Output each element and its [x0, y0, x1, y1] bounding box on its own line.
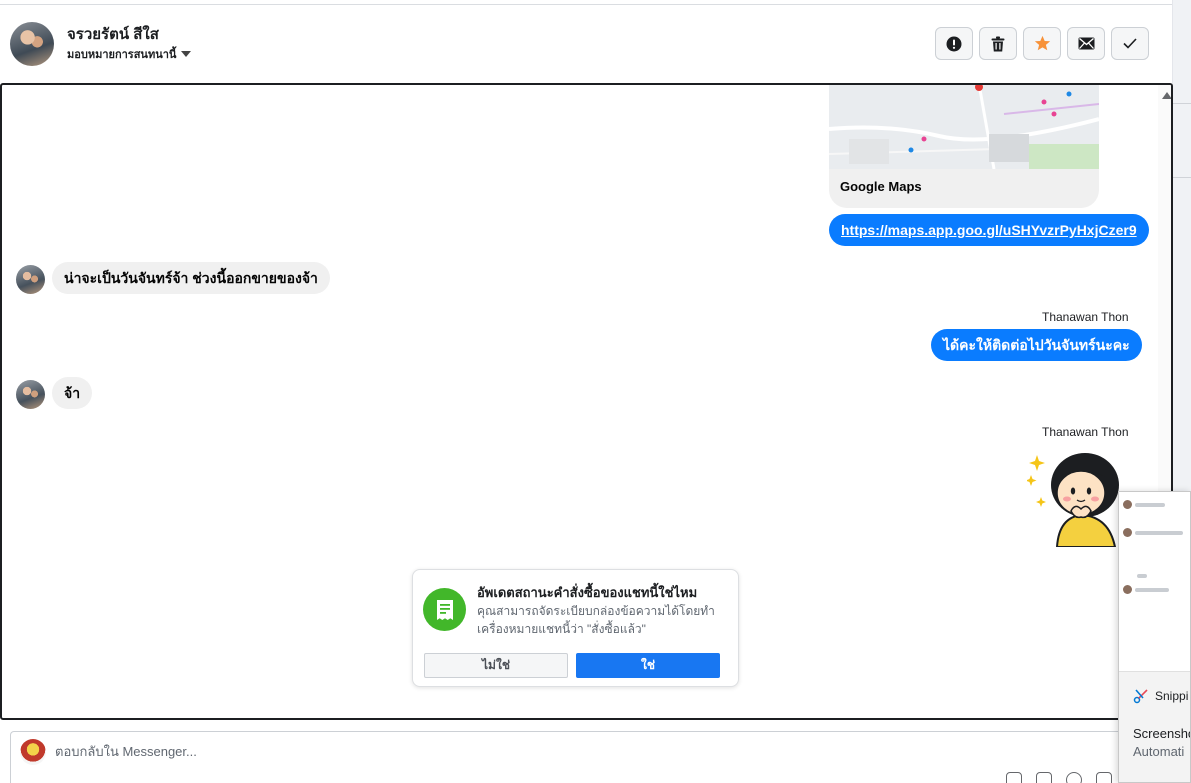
- assign-label: มอบหมายการสนทนานี้: [67, 49, 177, 61]
- thumb-row: [1123, 528, 1183, 537]
- envelope-icon: [1078, 37, 1094, 50]
- caret-down-icon: [181, 51, 192, 57]
- snip-app-name: Snippi: [1155, 689, 1189, 703]
- receipt-icon: [423, 588, 466, 631]
- reply-composer: [10, 731, 1122, 783]
- page-avatar: [20, 739, 46, 765]
- mark-unread-button[interactable]: [1067, 27, 1105, 60]
- sender-name: Thanawan Thon: [1042, 425, 1129, 439]
- assign-conversation-dropdown[interactable]: มอบหมายการสนทนานี้: [67, 45, 192, 63]
- prompt-no-button[interactable]: ไม่ใช่: [424, 653, 568, 678]
- snipping-tool-notification[interactable]: Snippi Screensho Automati: [1118, 491, 1191, 783]
- prompt-yes-button[interactable]: ใช่: [576, 653, 720, 678]
- alert-icon: [946, 36, 962, 51]
- mark-spam-button[interactable]: [935, 27, 973, 60]
- rail-divider: [1173, 177, 1191, 178]
- screenshot-thumbnail: [1119, 492, 1190, 672]
- star-icon: [1034, 35, 1050, 51]
- sticker-image[interactable]: [1027, 447, 1127, 547]
- message-thread[interactable]: Google Maps https://maps.app.goo.gl/uSHY…: [0, 83, 1173, 720]
- saved-reply-icon[interactable]: [1036, 772, 1052, 783]
- star-button[interactable]: [1023, 27, 1061, 60]
- snip-footer: Snippi Screensho Automati: [1119, 672, 1191, 782]
- like-icon[interactable]: [1096, 772, 1112, 783]
- composer-tools: [1006, 772, 1112, 783]
- incoming-message[interactable]: จ้า: [52, 377, 93, 409]
- inbox-page: จรวยรัตน์ สีใส มอบหมายการสนทนานี้ Google…: [0, 0, 1191, 783]
- header-actions: [935, 27, 1149, 60]
- snip-app-title: Snippi: [1133, 688, 1188, 704]
- trash-icon: [991, 36, 1005, 51]
- check-icon: [1123, 38, 1137, 49]
- snip-line-2: Automati: [1133, 744, 1185, 759]
- contact-avatar-small[interactable]: [16, 380, 45, 409]
- rail-divider: [1173, 103, 1191, 104]
- mark-done-button[interactable]: [1111, 27, 1149, 60]
- contact-avatar-small[interactable]: [16, 265, 45, 294]
- reply-input[interactable]: [55, 744, 955, 759]
- incoming-message[interactable]: น่าจะเป็นวันจันทร์จ้า ช่วงนี้ออกขายของจ้…: [52, 262, 330, 294]
- conversation-header: จรวยรัตน์ สีใส มอบหมายการสนทนานี้: [0, 5, 1172, 83]
- contact-avatar[interactable]: [10, 22, 54, 66]
- map-preview-image: [829, 85, 1099, 169]
- outgoing-link-message[interactable]: https://maps.app.goo.gl/uSHYvzrPyHxjCzer…: [829, 214, 1149, 246]
- emoji-icon[interactable]: [1066, 772, 1082, 783]
- thumb-row: [1123, 585, 1169, 594]
- thumb-row: [1137, 574, 1147, 578]
- attachment-icon[interactable]: [1006, 772, 1022, 783]
- thumb-row: [1123, 500, 1165, 509]
- scroll-up-arrow-icon[interactable]: [1162, 92, 1171, 99]
- contact-name[interactable]: จรวยรัตน์ สีใส: [67, 22, 159, 46]
- map-attachment-card[interactable]: Google Maps: [829, 85, 1099, 208]
- prompt-body: คุณสามารถจัดระเบียบกล่องข้อความได้โดยทำเ…: [477, 604, 715, 636]
- sender-name: Thanawan Thon: [1042, 310, 1129, 324]
- map-link[interactable]: https://maps.app.goo.gl/uSHYvzrPyHxjCzer…: [841, 222, 1137, 238]
- map-card-title: Google Maps: [840, 179, 922, 194]
- order-status-prompt: อัพเดตสถานะคำสั่งซื้อของแชทนี้ใช่ไหม คุณ…: [412, 569, 739, 687]
- delete-button[interactable]: [979, 27, 1017, 60]
- snip-line-1: Screensho: [1133, 726, 1191, 741]
- scissors-icon: [1133, 689, 1148, 704]
- outgoing-message[interactable]: ได้คะให้ติดต่อไปวันจันทร์นะคะ: [931, 329, 1142, 361]
- prompt-title: อัพเดตสถานะคำสั่งซื้อของแชทนี้ใช่ไหม: [477, 585, 698, 600]
